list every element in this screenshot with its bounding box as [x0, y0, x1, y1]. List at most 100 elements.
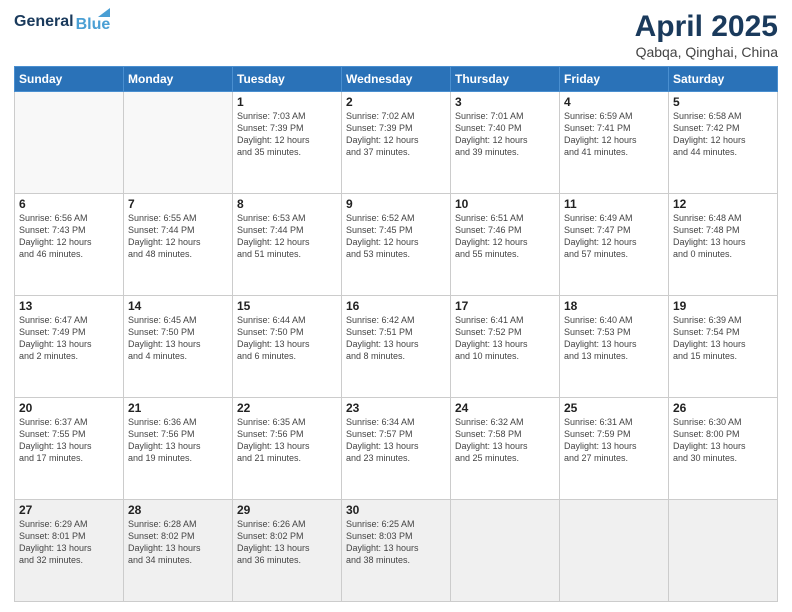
- day-number: 10: [455, 197, 555, 211]
- day-info: Sunrise: 6:28 AM Sunset: 8:02 PM Dayligh…: [128, 518, 228, 567]
- day-info: Sunrise: 6:35 AM Sunset: 7:56 PM Dayligh…: [237, 416, 337, 465]
- calendar-cell: 30Sunrise: 6:25 AM Sunset: 8:03 PM Dayli…: [342, 500, 451, 602]
- day-info: Sunrise: 6:34 AM Sunset: 7:57 PM Dayligh…: [346, 416, 446, 465]
- calendar-cell: 7Sunrise: 6:55 AM Sunset: 7:44 PM Daylig…: [124, 194, 233, 296]
- day-number: 1: [237, 95, 337, 109]
- main-title: April 2025: [635, 10, 778, 44]
- day-number: 7: [128, 197, 228, 211]
- calendar-cell: 23Sunrise: 6:34 AM Sunset: 7:57 PM Dayli…: [342, 398, 451, 500]
- page: General Blue April 2025 Qabqa, Qinghai, …: [0, 0, 792, 612]
- calendar-cell: 27Sunrise: 6:29 AM Sunset: 8:01 PM Dayli…: [15, 500, 124, 602]
- calendar-cell: 4Sunrise: 6:59 AM Sunset: 7:41 PM Daylig…: [560, 92, 669, 194]
- day-number: 26: [673, 401, 773, 415]
- calendar-header-friday: Friday: [560, 67, 669, 92]
- calendar-cell: 15Sunrise: 6:44 AM Sunset: 7:50 PM Dayli…: [233, 296, 342, 398]
- calendar-header-monday: Monday: [124, 67, 233, 92]
- calendar-cell: 25Sunrise: 6:31 AM Sunset: 7:59 PM Dayli…: [560, 398, 669, 500]
- day-info: Sunrise: 6:56 AM Sunset: 7:43 PM Dayligh…: [19, 212, 119, 261]
- calendar-cell: 17Sunrise: 6:41 AM Sunset: 7:52 PM Dayli…: [451, 296, 560, 398]
- day-info: Sunrise: 6:58 AM Sunset: 7:42 PM Dayligh…: [673, 110, 773, 159]
- calendar-cell: 8Sunrise: 6:53 AM Sunset: 7:44 PM Daylig…: [233, 194, 342, 296]
- calendar-cell: 11Sunrise: 6:49 AM Sunset: 7:47 PM Dayli…: [560, 194, 669, 296]
- day-number: 13: [19, 299, 119, 313]
- day-info: Sunrise: 6:41 AM Sunset: 7:52 PM Dayligh…: [455, 314, 555, 363]
- calendar-cell: 18Sunrise: 6:40 AM Sunset: 7:53 PM Dayli…: [560, 296, 669, 398]
- day-number: 30: [346, 503, 446, 517]
- calendar-cell: 29Sunrise: 6:26 AM Sunset: 8:02 PM Dayli…: [233, 500, 342, 602]
- calendar-header-wednesday: Wednesday: [342, 67, 451, 92]
- day-number: 20: [19, 401, 119, 415]
- calendar-cell: 5Sunrise: 6:58 AM Sunset: 7:42 PM Daylig…: [669, 92, 778, 194]
- day-info: Sunrise: 7:01 AM Sunset: 7:40 PM Dayligh…: [455, 110, 555, 159]
- calendar-cell: 26Sunrise: 6:30 AM Sunset: 8:00 PM Dayli…: [669, 398, 778, 500]
- calendar-cell: 2Sunrise: 7:02 AM Sunset: 7:39 PM Daylig…: [342, 92, 451, 194]
- day-info: Sunrise: 6:49 AM Sunset: 7:47 PM Dayligh…: [564, 212, 664, 261]
- calendar-cell: 20Sunrise: 6:37 AM Sunset: 7:55 PM Dayli…: [15, 398, 124, 500]
- calendar-header-thursday: Thursday: [451, 67, 560, 92]
- day-info: Sunrise: 7:03 AM Sunset: 7:39 PM Dayligh…: [237, 110, 337, 159]
- day-info: Sunrise: 6:51 AM Sunset: 7:46 PM Dayligh…: [455, 212, 555, 261]
- calendar-cell: 19Sunrise: 6:39 AM Sunset: 7:54 PM Dayli…: [669, 296, 778, 398]
- day-info: Sunrise: 6:55 AM Sunset: 7:44 PM Dayligh…: [128, 212, 228, 261]
- day-number: 3: [455, 95, 555, 109]
- day-info: Sunrise: 6:36 AM Sunset: 7:56 PM Dayligh…: [128, 416, 228, 465]
- day-number: 28: [128, 503, 228, 517]
- calendar-cell: [15, 92, 124, 194]
- calendar-cell: 22Sunrise: 6:35 AM Sunset: 7:56 PM Dayli…: [233, 398, 342, 500]
- calendar-cell: 28Sunrise: 6:28 AM Sunset: 8:02 PM Dayli…: [124, 500, 233, 602]
- day-number: 16: [346, 299, 446, 313]
- calendar-week-row: 13Sunrise: 6:47 AM Sunset: 7:49 PM Dayli…: [15, 296, 778, 398]
- logo-blue-text: Blue: [76, 17, 111, 33]
- calendar-cell: 12Sunrise: 6:48 AM Sunset: 7:48 PM Dayli…: [669, 194, 778, 296]
- day-info: Sunrise: 6:52 AM Sunset: 7:45 PM Dayligh…: [346, 212, 446, 261]
- calendar-week-row: 1Sunrise: 7:03 AM Sunset: 7:39 PM Daylig…: [15, 92, 778, 194]
- day-number: 12: [673, 197, 773, 211]
- day-number: 15: [237, 299, 337, 313]
- day-number: 5: [673, 95, 773, 109]
- calendar-cell: 14Sunrise: 6:45 AM Sunset: 7:50 PM Dayli…: [124, 296, 233, 398]
- day-info: Sunrise: 6:39 AM Sunset: 7:54 PM Dayligh…: [673, 314, 773, 363]
- day-info: Sunrise: 6:40 AM Sunset: 7:53 PM Dayligh…: [564, 314, 664, 363]
- day-info: Sunrise: 6:31 AM Sunset: 7:59 PM Dayligh…: [564, 416, 664, 465]
- day-info: Sunrise: 6:32 AM Sunset: 7:58 PM Dayligh…: [455, 416, 555, 465]
- calendar-cell: [451, 500, 560, 602]
- calendar-cell: 13Sunrise: 6:47 AM Sunset: 7:49 PM Dayli…: [15, 296, 124, 398]
- day-number: 27: [19, 503, 119, 517]
- calendar-header-saturday: Saturday: [669, 67, 778, 92]
- day-number: 11: [564, 197, 664, 211]
- calendar-cell: [124, 92, 233, 194]
- calendar-cell: [669, 500, 778, 602]
- calendar-cell: 16Sunrise: 6:42 AM Sunset: 7:51 PM Dayli…: [342, 296, 451, 398]
- calendar-cell: 10Sunrise: 6:51 AM Sunset: 7:46 PM Dayli…: [451, 194, 560, 296]
- day-number: 25: [564, 401, 664, 415]
- calendar-cell: 6Sunrise: 6:56 AM Sunset: 7:43 PM Daylig…: [15, 194, 124, 296]
- logo-general-text: General: [14, 13, 74, 31]
- day-info: Sunrise: 6:26 AM Sunset: 8:02 PM Dayligh…: [237, 518, 337, 567]
- day-number: 9: [346, 197, 446, 211]
- logo: General Blue: [14, 10, 110, 33]
- day-number: 14: [128, 299, 228, 313]
- calendar-cell: 9Sunrise: 6:52 AM Sunset: 7:45 PM Daylig…: [342, 194, 451, 296]
- day-info: Sunrise: 6:59 AM Sunset: 7:41 PM Dayligh…: [564, 110, 664, 159]
- calendar-week-row: 20Sunrise: 6:37 AM Sunset: 7:55 PM Dayli…: [15, 398, 778, 500]
- day-number: 17: [455, 299, 555, 313]
- calendar-header-tuesday: Tuesday: [233, 67, 342, 92]
- day-number: 29: [237, 503, 337, 517]
- day-number: 19: [673, 299, 773, 313]
- subtitle: Qabqa, Qinghai, China: [635, 44, 778, 60]
- calendar-week-row: 6Sunrise: 6:56 AM Sunset: 7:43 PM Daylig…: [15, 194, 778, 296]
- day-info: Sunrise: 6:53 AM Sunset: 7:44 PM Dayligh…: [237, 212, 337, 261]
- day-number: 23: [346, 401, 446, 415]
- calendar-cell: 24Sunrise: 6:32 AM Sunset: 7:58 PM Dayli…: [451, 398, 560, 500]
- day-info: Sunrise: 7:02 AM Sunset: 7:39 PM Dayligh…: [346, 110, 446, 159]
- calendar-header-sunday: Sunday: [15, 67, 124, 92]
- day-number: 22: [237, 401, 337, 415]
- day-info: Sunrise: 6:48 AM Sunset: 7:48 PM Dayligh…: [673, 212, 773, 261]
- day-number: 18: [564, 299, 664, 313]
- day-number: 6: [19, 197, 119, 211]
- day-info: Sunrise: 6:29 AM Sunset: 8:01 PM Dayligh…: [19, 518, 119, 567]
- day-info: Sunrise: 6:45 AM Sunset: 7:50 PM Dayligh…: [128, 314, 228, 363]
- header: General Blue April 2025 Qabqa, Qinghai, …: [14, 10, 778, 60]
- day-number: 8: [237, 197, 337, 211]
- day-info: Sunrise: 6:44 AM Sunset: 7:50 PM Dayligh…: [237, 314, 337, 363]
